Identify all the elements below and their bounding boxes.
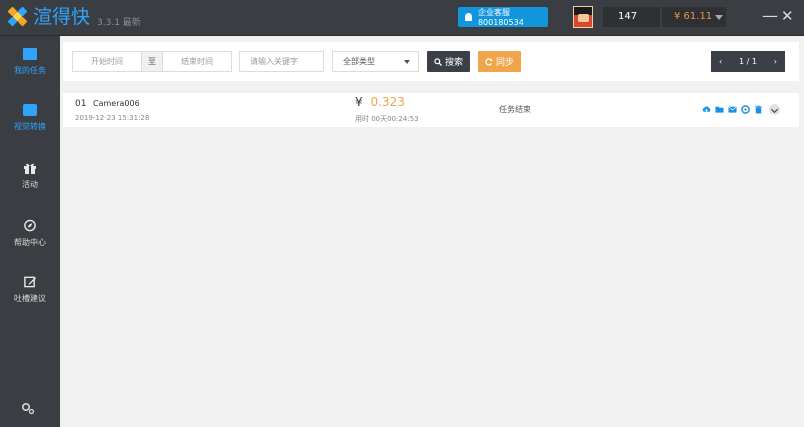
main-content: 开始时间 至 结束时间 请输入关键字 全部类型 搜索 同步 ‹ 1 / 1 › …	[60, 36, 804, 427]
recycle-icon[interactable]	[741, 105, 750, 114]
customer-service-button[interactable]: 企业客服 800180534	[458, 7, 548, 27]
task-name: 01 Camera006	[75, 99, 140, 109]
page-info: 1 / 1	[739, 57, 757, 66]
search-button[interactable]: 搜索	[427, 51, 470, 72]
filter-toolbar: 开始时间 至 结束时间 请输入关键字 全部类型 搜索 同步 ‹ 1 / 1 ›	[63, 42, 799, 81]
settings-icon[interactable]	[21, 401, 35, 415]
keyword-input[interactable]: 请输入关键字	[239, 51, 324, 72]
task-camera: Camera006	[93, 99, 140, 108]
expand-chevron-icon[interactable]	[769, 104, 780, 115]
date-range-picker[interactable]: 开始时间 至 结束时间	[72, 51, 232, 72]
logo-icon	[7, 6, 28, 27]
minimize-button[interactable]: —	[762, 6, 778, 26]
type-select-value: 全部类型	[343, 57, 375, 66]
sidebar-item-convert[interactable]: 视觉转换	[0, 104, 60, 154]
sync-button[interactable]: 同步	[478, 51, 521, 72]
task-row[interactable]: 01 Camera006 2019-12-23 15:31:28 ¥ 0.323…	[63, 93, 799, 127]
chevron-down-icon	[715, 15, 723, 20]
next-page-button[interactable]: ›	[774, 57, 777, 66]
task-actions	[702, 104, 780, 115]
task-duration: 用时 00天00:24:53	[355, 115, 419, 123]
sidebar: 我的任务 视觉转换 活动 帮助中心 吐槽建议	[0, 36, 60, 427]
compass-icon	[24, 219, 36, 232]
end-date-input[interactable]: 结束时间	[163, 52, 231, 71]
caret-down-icon	[404, 60, 410, 64]
user-id: 147	[603, 7, 660, 27]
sidebar-item-help-center[interactable]: 帮助中心	[0, 219, 60, 269]
app-name: 渲得快	[33, 6, 91, 28]
sidebar-item-label: 帮助中心	[14, 238, 46, 247]
folder-icon[interactable]	[715, 105, 724, 114]
type-select[interactable]: 全部类型	[332, 51, 419, 72]
edit-icon	[24, 276, 37, 288]
account-balance[interactable]: ¥ 61.11	[662, 7, 726, 27]
sidebar-item-feedback[interactable]: 吐槽建议	[0, 275, 60, 325]
app-version: 3.3.1 最新	[97, 17, 141, 28]
start-date-input[interactable]: 开始时间	[73, 52, 141, 71]
date-separator: 至	[141, 52, 163, 71]
balance-value: ¥ 61.11	[674, 11, 713, 22]
refresh-icon	[485, 57, 493, 66]
pagination: ‹ 1 / 1 ›	[711, 51, 785, 72]
sidebar-item-activity[interactable]: 活动	[0, 162, 60, 212]
search-label: 搜索	[444, 58, 463, 68]
prev-page-button[interactable]: ‹	[719, 57, 722, 66]
search-icon	[434, 57, 442, 66]
mail-icon[interactable]	[728, 105, 737, 114]
task-price: ¥ 0.323	[355, 95, 405, 109]
sidebar-item-label: 吐槽建议	[14, 294, 46, 303]
task-list-icon	[23, 48, 37, 60]
close-button[interactable]: ✕	[781, 6, 794, 26]
task-date: 2019-12-23 15:31:28	[75, 114, 150, 122]
sidebar-item-my-tasks[interactable]: 我的任务	[0, 48, 60, 98]
cloud-download-icon[interactable]	[702, 105, 711, 114]
sidebar-item-label: 活动	[22, 180, 38, 189]
app-logo: 渲得快 3.3.1 最新	[7, 6, 141, 28]
sidebar-item-label: 视觉转换	[14, 122, 46, 131]
sidebar-item-label: 我的任务	[14, 66, 46, 75]
title-bar: 渲得快 3.3.1 最新 企业客服 800180534 147 ¥ 61.11 …	[0, 0, 804, 36]
currency-symbol: ¥	[355, 95, 363, 109]
price-amount: 0.323	[370, 95, 405, 109]
customer-service-label: 企业客服 800180534	[477, 8, 524, 27]
briefcase-icon	[23, 104, 37, 116]
bell-icon	[465, 13, 472, 21]
user-avatar[interactable]	[573, 6, 593, 28]
gift-icon	[24, 163, 36, 174]
trash-icon[interactable]	[754, 105, 763, 114]
task-status: 任务结束	[499, 105, 531, 114]
task-index: 01	[75, 99, 87, 109]
sync-label: 同步	[495, 58, 514, 68]
